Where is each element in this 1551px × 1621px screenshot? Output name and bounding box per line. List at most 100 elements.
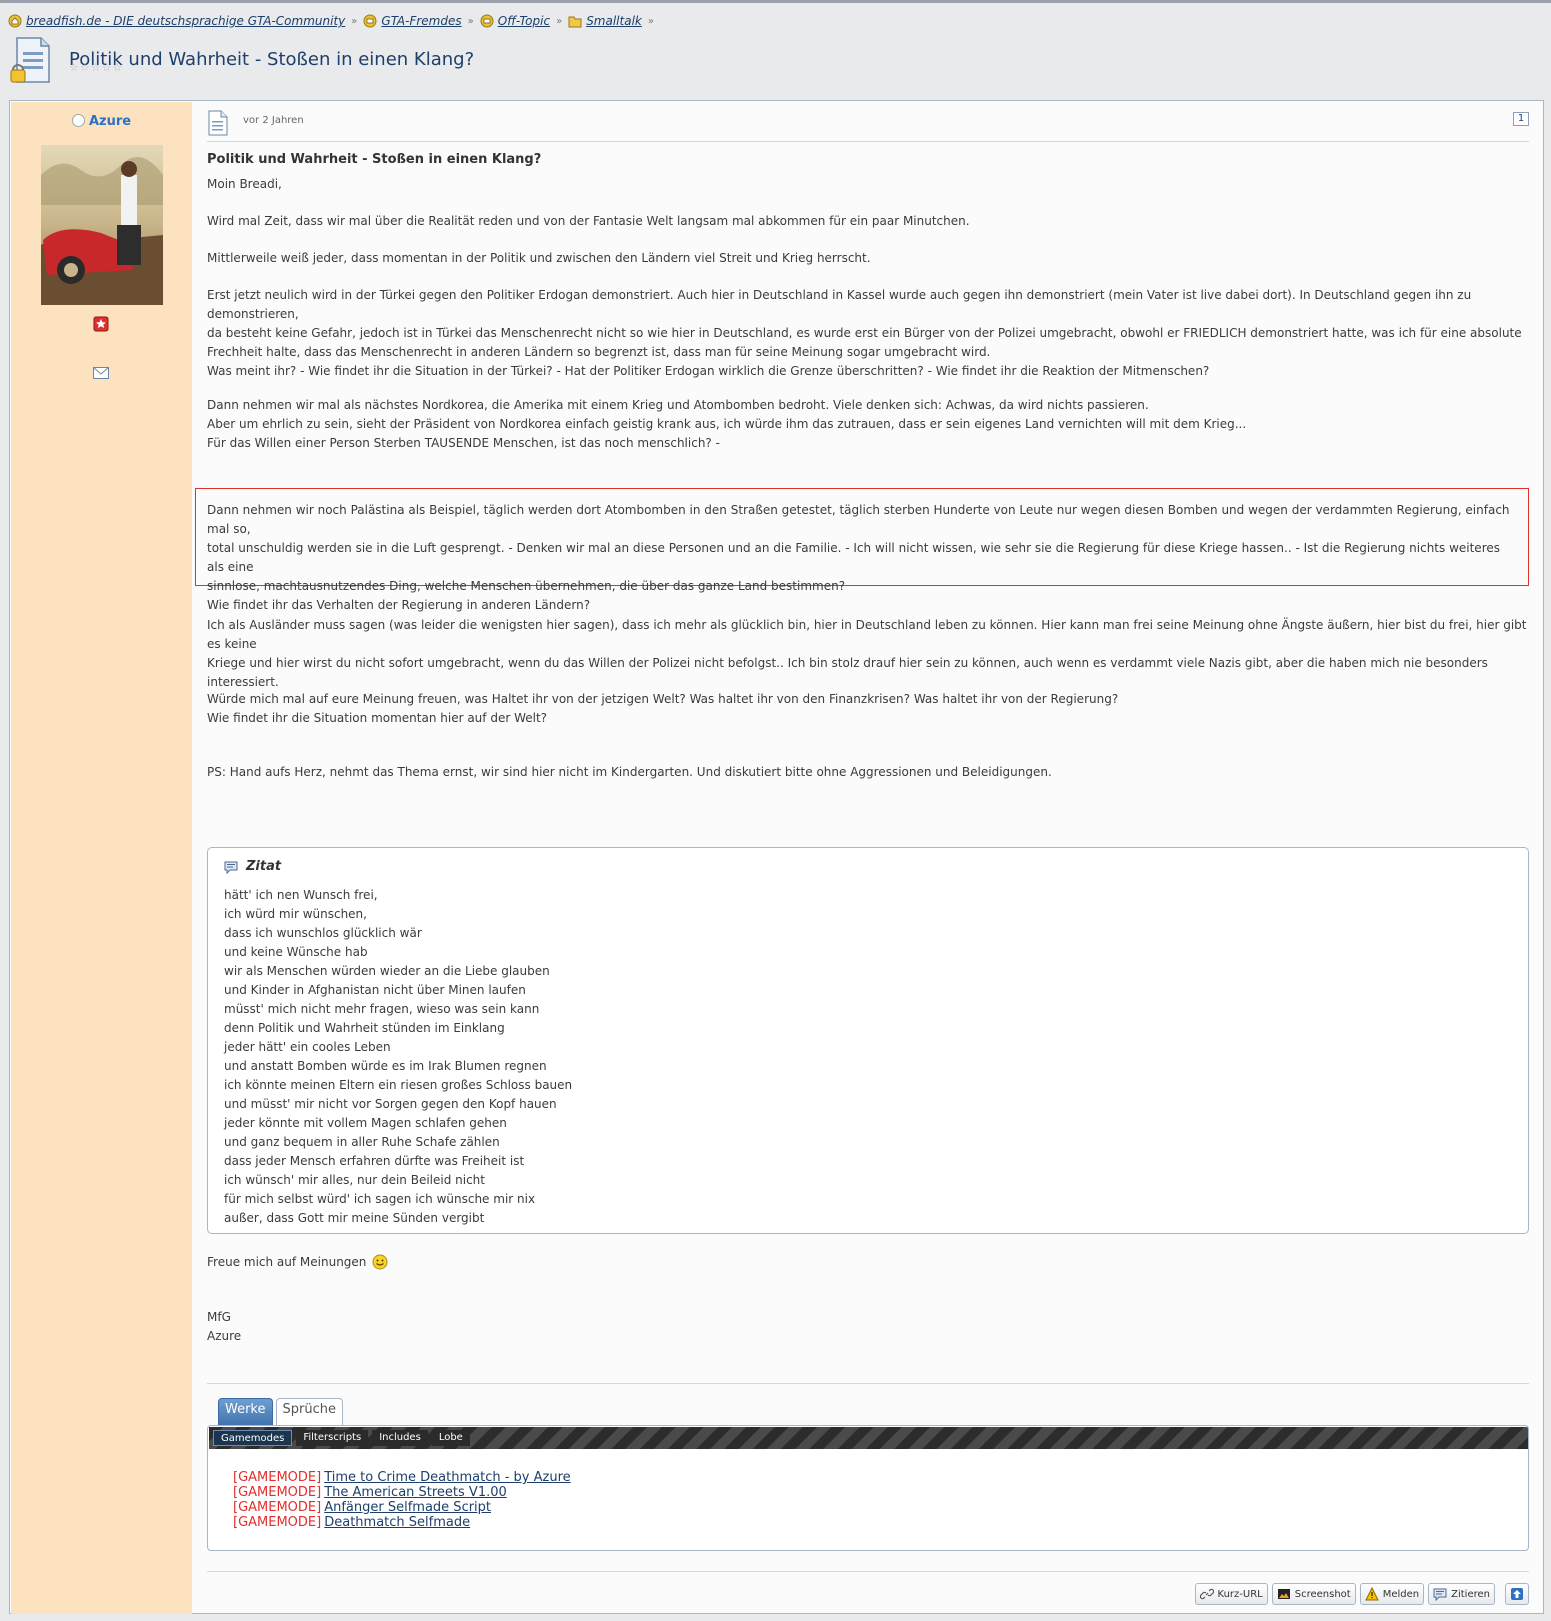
list-item: [GAMEMODE] The American Streets V1.00: [233, 1485, 571, 1500]
gamemode-link[interactable]: Deathmatch Selfmade: [324, 1515, 470, 1530]
quote-line: und anstatt Bomben würde es im Irak Blum…: [224, 1059, 547, 1073]
quote-button[interactable]: Zitieren: [1428, 1583, 1495, 1605]
page-title: Politik und Wahrheit - Stoßen in einen K…: [69, 49, 475, 71]
text-line: Aber um ehrlich zu sein, sieht der Präsi…: [207, 417, 1247, 431]
arrow-up-icon: [1511, 1588, 1523, 1600]
subtab-includes[interactable]: Includes: [372, 1430, 428, 1446]
breadcrumb-item-off-topic[interactable]: Off-Topic: [480, 14, 550, 28]
text-line: Was meint ihr? - Wie findet ihr die Situ…: [207, 364, 1210, 378]
short-url-label: Kurz-URL: [1217, 1588, 1263, 1600]
quote-line: müsst' mich nicht mehr fragen, wieso was…: [224, 1002, 540, 1016]
signature-list: [GAMEMODE] Time to Crime Deathmatch - by …: [233, 1470, 571, 1530]
breadcrumb-item-smalltalk[interactable]: Smalltalk: [568, 14, 642, 28]
breadcrumb-link-home[interactable]: breadfish.de - DIE deutschsprachige GTA-…: [26, 14, 345, 28]
gamemode-tag: [GAMEMODE]: [233, 1470, 322, 1485]
category-icon: [363, 14, 377, 28]
avatar[interactable]: [41, 145, 163, 305]
post-paragraph-3: Erst jetzt neulich wird in der Türkei ge…: [207, 286, 1529, 381]
quote-line: ich würd mir wünschen,: [224, 907, 367, 921]
gamemode-link[interactable]: Anfänger Selfmade Script: [324, 1500, 491, 1515]
post-paragraph-6: Ich als Ausländer muss sagen (was leider…: [207, 616, 1529, 692]
breadcrumb-separator: »: [556, 15, 563, 27]
divider: [207, 141, 1529, 142]
breadcrumb-separator: »: [647, 15, 654, 27]
user-line: Azure: [11, 114, 192, 129]
list-item: [GAMEMODE] Anfänger Selfmade Script: [233, 1500, 571, 1515]
breadcrumb-link-off-topic[interactable]: Off-Topic: [498, 14, 550, 28]
highlighted-paragraph-box: Dann nehmen wir noch Palästina als Beisp…: [195, 488, 1529, 612]
gamemode-tag: [GAMEMODE]: [233, 1515, 322, 1530]
text-line: Wie findet ihr das Verhalten der Regieru…: [207, 598, 591, 612]
closing-text: Freue mich auf Meinungen: [207, 1255, 367, 1269]
email-icon[interactable]: [93, 367, 109, 379]
quote-line: für mich selbst würd' ich sagen ich wüns…: [224, 1192, 536, 1206]
breadcrumb: breadfish.de - DIE deutschsprachige GTA-…: [8, 13, 660, 29]
quote-line: hätt' ich nen Wunsch frei,: [224, 888, 378, 902]
breadcrumb-link-gta-fremdes[interactable]: GTA-Fremdes: [381, 14, 461, 28]
short-url-button[interactable]: Kurz-URL: [1194, 1583, 1268, 1605]
post-document-icon: [208, 110, 228, 136]
post-paragraph-8: PS: Hand aufs Herz, nehmt das Thema erns…: [207, 765, 1052, 779]
quote-text: hätt' ich nen Wunsch frei, ich würd mir …: [224, 886, 572, 1228]
post-actions: Kurz-URL Screenshot Melden Zitieren: [1191, 1583, 1529, 1605]
smiley-icon: [372, 1254, 388, 1270]
quote-line: dass jeder Mensch erfahren dürfte was Fr…: [224, 1154, 525, 1168]
signature-panel: Gamemodes Filterscripts Includes Lobe [G…: [207, 1425, 1529, 1551]
tab-sprueche[interactable]: Sprüche: [275, 1398, 343, 1426]
breadcrumb-link-smalltalk[interactable]: Smalltalk: [586, 14, 642, 28]
scroll-top-button[interactable]: [1505, 1583, 1529, 1605]
quote-line: jeder könnte mit vollem Magen schlafen g…: [224, 1116, 507, 1130]
post-closing: Freue mich auf Meinungen: [207, 1253, 1529, 1272]
signoff-name: Azure: [207, 1329, 242, 1343]
quote-label: Zitieren: [1451, 1588, 1490, 1600]
post-timestamp: vor 2 Jahren: [243, 115, 304, 126]
quote-line: und ganz bequem in aller Ruhe Schafe zäh…: [224, 1135, 500, 1149]
quote-line: denn Politik und Wahrheit stünden im Ein…: [224, 1021, 505, 1035]
tab-werke[interactable]: Werke: [218, 1398, 273, 1426]
text-line: Dann nehmen wir noch Palästina als Beisp…: [207, 503, 1510, 536]
quote-header: Zitat: [224, 859, 281, 874]
report-label: Melden: [1382, 1588, 1420, 1600]
quote-line: und Kinder in Afghanistan nicht über Min…: [224, 983, 526, 997]
post-paragraph-4: Dann nehmen wir mal als nächstes Nordkor…: [207, 396, 1529, 453]
username-link[interactable]: Azure: [89, 114, 131, 129]
post-subject: Politik und Wahrheit - Stoßen in einen K…: [207, 152, 542, 167]
subtab-lobe[interactable]: Lobe: [431, 1430, 470, 1446]
list-item: [GAMEMODE] Time to Crime Deathmatch - by …: [233, 1470, 571, 1485]
gamemode-tag: [GAMEMODE]: [233, 1500, 322, 1515]
subtab-filterscripts[interactable]: Filterscripts: [296, 1430, 369, 1446]
text-line: Würde mich mal auf eure Meinung freuen, …: [207, 692, 1119, 706]
avatar-image: [41, 145, 163, 305]
breadcrumb-separator: »: [467, 15, 474, 27]
breadcrumb-item-home[interactable]: breadfish.de - DIE deutschsprachige GTA-…: [8, 14, 345, 28]
post-permalink-number[interactable]: 1: [1513, 112, 1529, 126]
quote-icon: [1433, 1588, 1447, 1601]
signature-divider: [207, 1383, 1529, 1384]
image-icon: [1277, 1589, 1290, 1599]
forum-home-icon: [8, 14, 22, 28]
text-line: Erst jetzt neulich wird in der Türkei ge…: [207, 288, 1472, 321]
actions-divider: [207, 1571, 1529, 1572]
quote-line: ich wünsch' mir alles, nur dein Beileid …: [224, 1173, 485, 1187]
thread-rating[interactable]: ☆☆☆☆☆: [69, 61, 123, 74]
breadcrumb-item-gta-fremdes[interactable]: GTA-Fremdes: [363, 14, 462, 28]
quote-line: dass ich wunschlos glücklich wär: [224, 926, 422, 940]
text-line: Ich als Ausländer muss sagen (was leider…: [207, 618, 1527, 651]
board-folder-icon: [568, 16, 582, 28]
signature-subtab-bar: Gamemodes Filterscripts Includes Lobe: [209, 1427, 1528, 1449]
text-line: total unschuldig werden sie in die Luft …: [207, 541, 1500, 574]
screenshot-label: Screenshot: [1294, 1588, 1351, 1600]
text-line: Für das Willen einer Person Sterben TAUS…: [207, 436, 720, 450]
user-sidebar: Azure: [11, 102, 192, 1614]
subtab-gamemodes[interactable]: Gamemodes: [213, 1430, 293, 1446]
text-line: Wie findet ihr die Situation momentan hi…: [207, 711, 548, 725]
post-paragraph-5: Dann nehmen wir noch Palästina als Beisp…: [207, 501, 1517, 615]
post-greeting: Moin Breadi,: [207, 177, 282, 191]
gamemode-link[interactable]: Time to Crime Deathmatch - by Azure: [324, 1470, 570, 1485]
post-paragraph-2: Mittlerweile weiß jeder, dass momentan i…: [207, 251, 871, 265]
gamemode-link[interactable]: The American Streets V1.00: [324, 1485, 507, 1500]
screenshot-button[interactable]: Screenshot: [1271, 1583, 1356, 1605]
breadcrumb-separator: »: [351, 15, 358, 27]
text-line: Dann nehmen wir mal als nächstes Nordkor…: [207, 398, 1149, 412]
report-button[interactable]: Melden: [1359, 1583, 1425, 1605]
